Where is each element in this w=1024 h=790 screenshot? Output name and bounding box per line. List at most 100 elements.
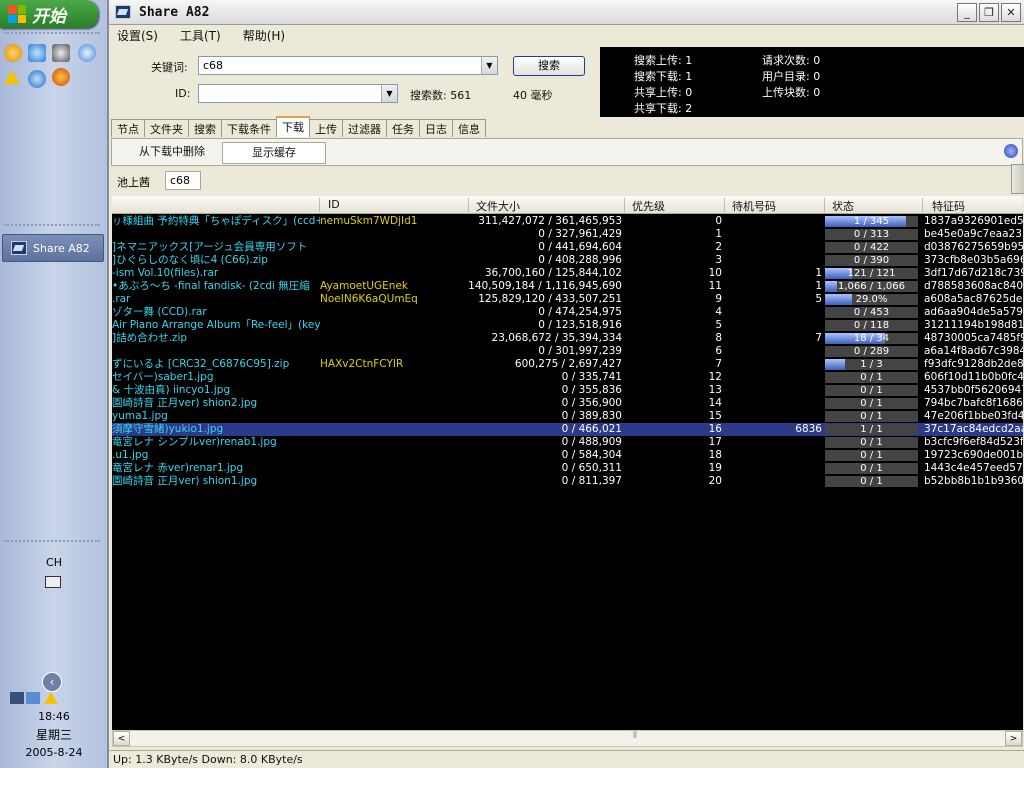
table-row[interactable]: ずにいるよ [CRC32_C6876C95].zip HAXv2CtnFCYIR 6… <box>112 358 1023 371</box>
tab-upload[interactable]: 上传 <box>309 119 343 137</box>
menu-help[interactable]: 帮助(H) <box>243 27 285 44</box>
cell-name: 須摩守雪緒)yukio1.jpg <box>112 423 224 435</box>
cell-hash: b3cfc9f6ef84d523f <box>924 436 1023 448</box>
horizontal-scrollbar[interactable]: < ⦀ > <box>112 730 1023 747</box>
cell-priority: 18 <box>708 449 722 461</box>
table-row[interactable]: 竜宮レナ 赤ver)renar1.jpg 0 / 650,311 19 1443c4e… <box>112 462 1023 475</box>
restore-button[interactable]: ❐ <box>979 3 999 22</box>
firefox-icon[interactable] <box>4 44 22 62</box>
header-status[interactable]: 状态 <box>832 198 854 214</box>
table-row[interactable]: yuma1.jpg 0 / 389,830 15 47e206f1bbe03fd43 0… <box>112 410 1023 423</box>
table-row[interactable]: 園崎詩音 正月ver) shion1.jpg 0 / 811,397 20 b52bb… <box>112 475 1023 488</box>
status-text: 0 / 1 <box>860 476 883 487</box>
table-row[interactable]: & 十波由真) iincyo1.jpg 0 / 355,836 13 4537bb0f… <box>112 384 1023 397</box>
header-priority[interactable]: 优先级 <box>632 198 665 214</box>
clock-time[interactable]: 18:46 <box>0 710 108 723</box>
tab-folders[interactable]: 文件夹 <box>144 119 189 137</box>
warning-icon[interactable] <box>4 70 20 84</box>
table-row[interactable]: 0 / 327,961,429 1 be45e0a9c7eaa235 0 / 313 <box>112 228 1023 241</box>
header-id[interactable]: ID <box>328 198 340 211</box>
tab-tasks[interactable]: 任务 <box>386 119 420 137</box>
cell-hash: f93dfc9128db2de84 <box>924 358 1023 370</box>
cell-size: 0 / 123,518,916 <box>538 319 622 331</box>
minimize-button[interactable]: _ <box>957 3 977 22</box>
filter-tag-2[interactable]: c68 <box>165 171 201 190</box>
table-row[interactable]: ゾター舞 (CCD).rar 0 / 474,254,975 4 ad6aa904de… <box>112 306 1023 319</box>
close-button[interactable]: ✕ <box>1001 3 1021 22</box>
header-hash[interactable]: 特征码 <box>932 198 965 214</box>
id-combobox[interactable]: ▼ <box>198 84 398 103</box>
table-row[interactable]: 須摩守雪緒)yukio1.jpg 0 / 466,021 16 6836 37c17ac… <box>112 423 1023 436</box>
scroll-left-button[interactable]: < <box>113 731 130 746</box>
tab-info[interactable]: 信息 <box>452 119 486 137</box>
table-row[interactable]: Air Piano Arrange Album「Re-feel」(key／ 0 /… <box>112 319 1023 332</box>
result-count: 搜索数: 561 <box>410 89 472 102</box>
cell-size: 0 / 474,254,975 <box>538 306 622 318</box>
cell-hash: b52bb8b1b1b9360d <box>924 475 1023 487</box>
tab-filter[interactable]: 过滤器 <box>342 119 387 137</box>
cell-size: 0 / 584,304 <box>561 449 622 461</box>
cell-status: 0 / 1 <box>825 437 918 448</box>
tray-expand-icon[interactable]: ‹ <box>42 672 62 692</box>
delete-from-download-button[interactable]: 从下载中删除 <box>122 142 222 164</box>
taskbar-button-share[interactable]: Share A82 <box>2 234 104 262</box>
cell-name: ㇼ様組曲 予約特典「ちゃぽディスク」(ccd+ <box>112 215 320 227</box>
cell-priority: 3 <box>715 254 722 266</box>
cell-name: ]ネマニアックス[アージュ会員専用ソフト <box>112 241 308 253</box>
cell-status: 0 / 289 <box>825 346 918 357</box>
keyboard-icon[interactable] <box>45 576 61 588</box>
start-button[interactable]: 开始 <box>0 0 98 28</box>
tab-search[interactable]: 搜索 <box>188 119 222 137</box>
vertical-scroll-thumb[interactable] <box>1011 164 1024 194</box>
table-row[interactable]: セイバー)saber1.jpg 0 / 335,741 12 606f10d11b0b… <box>112 371 1023 384</box>
messenger-icon[interactable] <box>78 44 96 62</box>
alert-icon[interactable] <box>44 692 58 704</box>
header-size[interactable]: 文件大小 <box>476 198 520 214</box>
stat-request-count: 请求次数: 0 <box>762 54 821 67</box>
table-row[interactable]: 0 / 301,997,239 6 a6a14f8ad67c3984 0 / 289 <box>112 345 1023 358</box>
computers-icon[interactable] <box>26 692 40 704</box>
scroll-right-button[interactable]: > <box>1005 731 1022 746</box>
cell-priority: 1 <box>715 228 722 240</box>
media-icon[interactable] <box>52 44 70 62</box>
keyword-combobox[interactable]: c68 ▼ <box>198 56 498 75</box>
table-row[interactable]: 園崎詩音 正月ver) shion2.jpg 0 / 356,900 14 794bc… <box>112 397 1023 410</box>
status-text: 0 / 289 <box>853 346 890 357</box>
table-row[interactable]: ]ひぐらしのなく頃に4 (C66).zip 0 / 408,288,996 3 373… <box>112 254 1023 267</box>
network-icon[interactable] <box>10 692 24 704</box>
table-row[interactable]: .u1.jpg 0 / 584,304 18 19723c690de001b8 0 / … <box>112 449 1023 462</box>
menu-settings[interactable]: 设置(S) <box>117 27 158 44</box>
browser-icon[interactable] <box>52 68 70 86</box>
ime-indicator[interactable]: CH <box>0 556 108 569</box>
filter-tag-1[interactable]: 池上茜 <box>117 174 150 190</box>
table-row[interactable]: .rar NoeIN6K6aQUmEq 125,829,120 / 433,507,… <box>112 293 1023 306</box>
keyword-value: c68 <box>203 59 224 72</box>
table-row[interactable]: 竜宮レナ シンプルver)renab1.jpg 0 / 488,909 17 b3cf… <box>112 436 1023 449</box>
table-row[interactable]: ]ネマニアックス[アージュ会員専用ソフト 0 / 441,694,604 2 d038… <box>112 241 1023 254</box>
status-orb-icon[interactable] <box>1004 144 1018 158</box>
stat-user-dirs: 用户目录: 0 <box>762 70 821 83</box>
menu-tools[interactable]: 工具(T) <box>180 27 221 44</box>
table-row[interactable]: ㇼ様組曲 予約特典「ちゃぽディスク」(ccd+ nemuSkm7WDjId1 311… <box>112 215 1023 228</box>
tab-download-conditions[interactable]: 下载条件 <box>221 119 277 137</box>
show-cache-button[interactable]: 显示缓存 <box>222 142 326 164</box>
tab-log[interactable]: 日志 <box>419 119 453 137</box>
status-text: 1,066 / 1,066 <box>838 281 905 292</box>
cell-size: 0 / 355,836 <box>561 384 622 396</box>
explorer-icon[interactable] <box>28 44 46 62</box>
table-row[interactable]: -ism Vol.10(files).rar 36,700,160 / 125,8… <box>112 267 1023 280</box>
scroll-thumb-grip[interactable]: ⦀ <box>633 731 637 741</box>
ie-icon[interactable] <box>28 70 46 88</box>
cell-status: 0 / 453 <box>825 307 918 318</box>
table-row[interactable]: ]詰め合わせ.zip 23,068,672 / 35,394,334 8 7 48730… <box>112 332 1023 345</box>
chevron-down-icon[interactable]: ▼ <box>381 85 397 102</box>
tab-download[interactable]: 下载 <box>276 116 310 137</box>
chevron-down-icon[interactable]: ▼ <box>481 57 497 74</box>
tab-nodes[interactable]: 节点 <box>111 119 145 137</box>
status-text: 1 / 3 <box>860 359 883 370</box>
title-bar[interactable]: Share A82 <box>109 0 1024 25</box>
header-queue[interactable]: 待机号码 <box>732 198 776 214</box>
table-row[interactable]: •あぶろ～ち -final fandisk- (2cdi 無圧縮 AyamoetU… <box>112 280 1023 293</box>
cell-name: ]詰め合わせ.zip <box>112 332 188 344</box>
search-button[interactable]: 搜索 <box>513 56 585 76</box>
